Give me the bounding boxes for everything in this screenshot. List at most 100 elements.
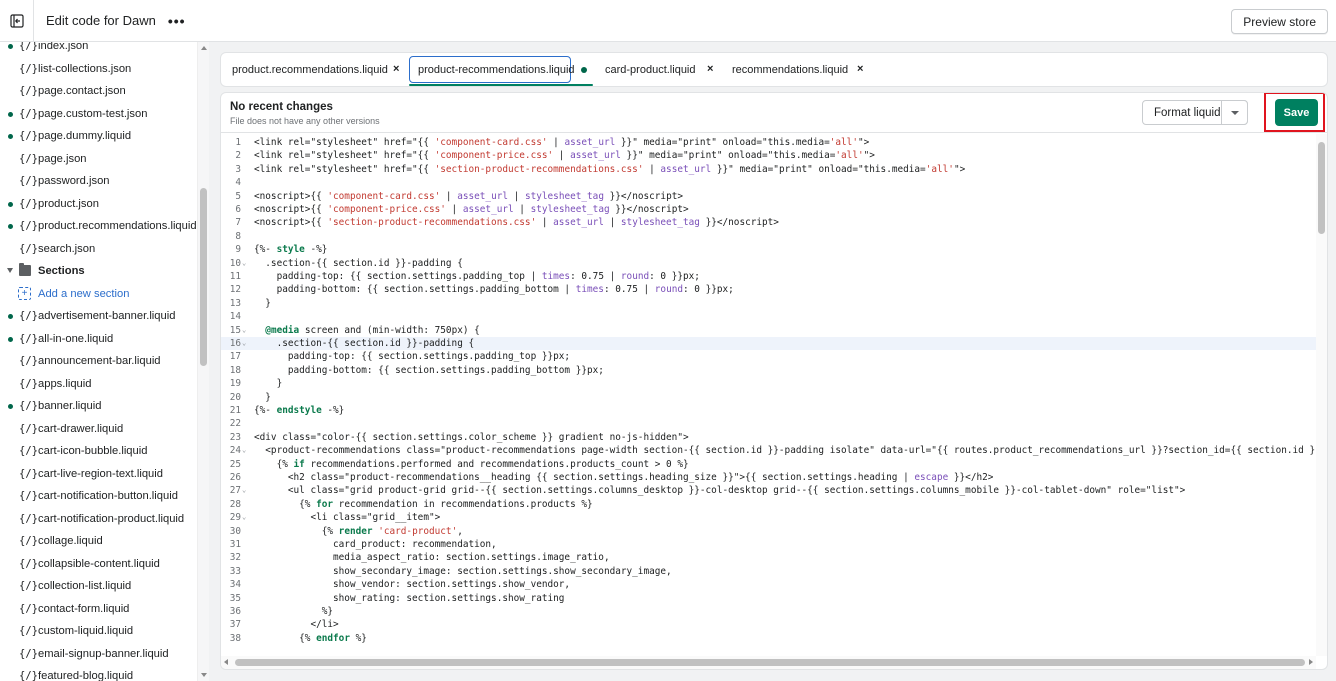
code-line[interactable]: 32 media_aspect_ratio: section.settings.… — [221, 551, 1316, 564]
code-line[interactable]: 11 padding-top: {{ section.settings.padd… — [221, 270, 1316, 283]
line-number: 24 — [229, 445, 241, 457]
file-item[interactable]: {/} collapsible-content.liquid — [0, 553, 197, 575]
code-line[interactable]: 35 show_rating: section.settings.show_ra… — [221, 592, 1316, 605]
code-line[interactable]: 1 <link rel="stylesheet" href="{{ 'compon… — [221, 136, 1316, 149]
fold-chevron-icon[interactable]: ⌄ — [242, 511, 246, 524]
code-line[interactable]: 4 — [221, 176, 1316, 189]
tab-recommendations[interactable]: recommendations.liquid — [732, 53, 848, 86]
save-button[interactable]: Save — [1275, 99, 1318, 126]
fold-chevron-icon[interactable]: ⌄ — [242, 257, 246, 270]
code-line[interactable]: 37 </li> — [221, 618, 1316, 631]
exit-editor-button[interactable] — [0, 0, 34, 42]
editor-vertical-scroll-thumb[interactable] — [1318, 142, 1325, 234]
chevron-down-icon[interactable] — [7, 268, 13, 273]
file-item[interactable]: {/} announcement-bar.liquid — [0, 350, 197, 372]
code-line[interactable]: 22 — [221, 417, 1316, 430]
file-item[interactable]: {/} product.json — [0, 193, 197, 215]
add-new-section-link[interactable]: + Add a new section — [0, 283, 197, 305]
code-line[interactable]: 8 — [221, 230, 1316, 243]
file-item[interactable]: {/} collection-list.liquid — [0, 575, 197, 597]
code-line[interactable]: 16 ⌄ .section-{{ section.id }}-padding { — [221, 337, 1316, 351]
code-line[interactable]: 33 show_secondary_image: section.setting… — [221, 565, 1316, 578]
code-line[interactable]: 23 <div class="color-{{ section.settings.… — [221, 431, 1316, 444]
file-item[interactable]: {/} cart-icon-bubble.liquid — [0, 440, 197, 462]
unsaved-dot-icon — [581, 67, 587, 73]
code-line[interactable]: 10 ⌄ .section-{{ section.id }}-padding { — [221, 257, 1316, 270]
fold-chevron-icon[interactable]: ⌄ — [242, 324, 246, 337]
code-line[interactable]: 21 {%- endstyle -%} — [221, 404, 1316, 417]
code-line[interactable]: 7 <noscript>{{ 'section-product-recommend… — [221, 216, 1316, 229]
scroll-left-icon[interactable] — [224, 659, 228, 665]
fold-chevron-icon[interactable]: ⌄ — [242, 484, 246, 497]
file-item[interactable]: {/} collage.liquid — [0, 530, 197, 552]
code-line[interactable]: 20 } — [221, 391, 1316, 404]
file-item[interactable]: {/} password.json — [0, 170, 197, 192]
fold-chevron-icon[interactable]: ⌄ — [242, 444, 246, 457]
file-item[interactable]: {/} cart-live-region-text.liquid — [0, 463, 197, 485]
code-line[interactable]: 13 } — [221, 297, 1316, 310]
code-line[interactable]: 28 {% for recommendation in recommendati… — [221, 498, 1316, 511]
file-item[interactable]: {/} featured-blog.liquid — [0, 665, 197, 681]
code-line[interactable]: 12 padding-bottom: {{ section.settings.p… — [221, 283, 1316, 296]
tab-product-recommendations-template[interactable]: product.recommendations.liquid — [232, 53, 388, 86]
code-line[interactable]: 19 } — [221, 377, 1316, 390]
close-tab-icon[interactable]: × — [857, 63, 863, 75]
preview-store-button[interactable]: Preview store — [1231, 9, 1328, 34]
file-item[interactable]: {/} cart-notification-button.liquid — [0, 485, 197, 507]
sidebar-scrollbar[interactable] — [197, 42, 209, 681]
code-line[interactable]: 25 {% if recommendations.performed and r… — [221, 458, 1316, 471]
code-line[interactable]: 38 {% endfor %} — [221, 632, 1316, 645]
scroll-up-icon[interactable] — [201, 46, 207, 50]
close-tab-icon[interactable]: × — [707, 63, 713, 75]
code-editor[interactable]: 1 <link rel="stylesheet" href="{{ 'compon… — [221, 134, 1316, 656]
sidebar-scroll-thumb[interactable] — [200, 188, 207, 366]
file-item[interactable]: {/} product.recommendations.liquid — [0, 215, 197, 237]
editor-vertical-scrollbar[interactable] — [1316, 134, 1327, 656]
code-line[interactable]: 36 %} — [221, 605, 1316, 618]
code-line[interactable]: 3 <link rel="stylesheet" href="{{ 'sectio… — [221, 163, 1316, 176]
code-line[interactable]: 24 ⌄ <product-recommendations class="prod… — [221, 444, 1316, 457]
code-line[interactable]: 18 padding-bottom: {{ section.settings.p… — [221, 364, 1316, 377]
scroll-right-icon[interactable] — [1309, 659, 1313, 665]
code-line[interactable]: 26 <h2 class="product-recommendations__h… — [221, 471, 1316, 484]
code-line[interactable]: 31 card_product: recommendation, — [221, 538, 1316, 551]
file-item[interactable]: {/} banner.liquid — [0, 395, 197, 417]
tab-card-product[interactable]: card-product.liquid — [605, 53, 696, 86]
file-item[interactable]: {/} search.json — [0, 238, 197, 260]
code-line[interactable]: 9 {%- style -%} — [221, 243, 1316, 256]
file-item[interactable]: {/} email-signup-banner.liquid — [0, 643, 197, 665]
file-item[interactable]: {/} list-collections.json — [0, 58, 197, 80]
code-line[interactable]: 15 ⌄ @media screen and (min-width: 750px)… — [221, 324, 1316, 337]
tab-product-recommendations-section[interactable]: product-recommendations.liquid — [418, 53, 575, 86]
file-item[interactable]: {/} all-in-one.liquid — [0, 328, 197, 350]
code-line[interactable]: 5 <noscript>{{ 'component-card.css' | ass… — [221, 190, 1316, 203]
file-item[interactable]: {/} contact-form.liquid — [0, 598, 197, 620]
file-item[interactable]: {/} page.contact.json — [0, 80, 197, 102]
file-item[interactable]: {/} page.json — [0, 148, 197, 170]
scroll-down-icon[interactable] — [201, 673, 207, 677]
code-line[interactable]: 34 show_vendor: section.settings.show_ve… — [221, 578, 1316, 591]
fold-chevron-icon[interactable]: ⌄ — [242, 337, 246, 350]
file-item[interactable]: {/} cart-drawer.liquid — [0, 418, 197, 440]
code-line[interactable]: 30 {% render 'card-product', — [221, 525, 1316, 538]
code-line[interactable]: 6 <noscript>{{ 'component-price.css' | as… — [221, 203, 1316, 216]
file-item[interactable]: {/} page.dummy.liquid — [0, 125, 197, 147]
file-item[interactable]: {/} advertisement-banner.liquid — [0, 305, 197, 327]
file-item[interactable]: {/} page.custom-test.json — [0, 103, 197, 125]
code-text: card_product: recommendation, — [254, 539, 497, 550]
more-actions-button[interactable]: ••• — [168, 13, 186, 29]
format-options-dropdown[interactable] — [1221, 100, 1248, 125]
close-tab-icon[interactable]: × — [393, 63, 399, 75]
file-item[interactable]: {/} cart-notification-product.liquid — [0, 508, 197, 530]
file-item[interactable]: {/} index.json — [0, 42, 197, 57]
code-line[interactable]: 29 ⌄ <li class="grid__item"> — [221, 511, 1316, 524]
file-item[interactable]: {/} custom-liquid.liquid — [0, 620, 197, 642]
code-line[interactable]: 17 padding-top: {{ section.settings.padd… — [221, 350, 1316, 363]
code-line[interactable]: 14 — [221, 310, 1316, 323]
file-item[interactable]: {/} apps.liquid — [0, 373, 197, 395]
folder-sections[interactable]: Sections — [0, 260, 197, 282]
editor-horizontal-scroll-thumb[interactable] — [235, 659, 1305, 666]
code-line[interactable]: 27 ⌄ <ul class="grid product-grid grid--{… — [221, 484, 1316, 497]
editor-horizontal-scrollbar[interactable] — [221, 656, 1316, 669]
code-line[interactable]: 2 <link rel="stylesheet" href="{{ 'compon… — [221, 149, 1316, 162]
